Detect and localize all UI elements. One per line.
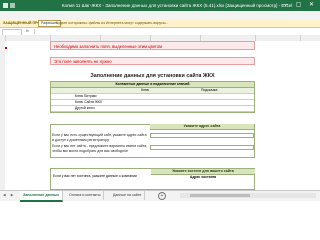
site-address-header: Укажите адрес сайта	[150, 124, 254, 130]
optional-notice: Это поле заполнять не нужно	[50, 57, 255, 65]
table-row[interactable]: Другой ключ	[51, 106, 254, 112]
horizontal-scrollbar[interactable]	[180, 193, 316, 198]
tab-nav-arrows[interactable]: ◀ ▶	[3, 191, 16, 200]
formula-input[interactable]	[34, 29, 317, 34]
scrollbar-thumb[interactable]	[190, 194, 250, 197]
col-key-header: Ключ	[141, 88, 150, 92]
hosting-question: Если у вас нет хостинга, укажите данные …	[53, 174, 137, 178]
col-hint-header: Подсказка	[201, 88, 218, 92]
tab-payment-contacts[interactable]: Оплата и контакты	[66, 191, 105, 200]
window-controls[interactable]: — ▢ ✕	[282, 0, 317, 11]
new-site-question: Если у вас нет сайта - предложите вариан…	[52, 144, 148, 153]
add-sheet-icon[interactable]: +	[158, 192, 166, 200]
hosting-section: Укажите хостинг для вашего сайта Адрес х…	[50, 168, 255, 190]
hosting-subheader: Адрес хостинга	[189, 175, 217, 179]
form-title: Заполнение данных для установки сайта ЖК…	[90, 73, 215, 79]
protected-view-text: Будьте осторожны: файлы из Интернета мог…	[56, 21, 169, 25]
new-site-input[interactable]	[150, 145, 254, 150]
title-bar: Копия 11 Шаг-ЖКХ - Заполнение данных для…	[0, 0, 320, 11]
site-address-section: Укажите адрес сайта Если у вас есть суще…	[0, 124, 320, 158]
tab-fill-data[interactable]: Заполнение данных	[20, 191, 64, 202]
tab-site-data[interactable]: Данные на сайте	[110, 191, 146, 200]
undo-icon[interactable]	[10, 3, 15, 8]
fx-icon[interactable]: fx	[26, 28, 29, 35]
save-icon[interactable]	[3, 3, 8, 8]
row-label: Ключ Сайта ЖКХ	[75, 100, 103, 104]
keys-table: Контактные данные и подключение ключей К…	[50, 81, 255, 113]
sheet-tabs: ◀ ▶ Заполнение данных Оплата и контакты …	[0, 190, 320, 202]
existing-site-input[interactable]	[150, 133, 254, 138]
window-title: Копия 11 Шаг-ЖКХ - Заполнение данных для…	[62, 3, 293, 8]
existing-site-question: Если у вас есть существующий сайт, укажи…	[52, 133, 147, 142]
error-marker	[5, 47, 7, 49]
row-label: Другой ключ	[75, 106, 95, 110]
required-notice: Необходимо заполнить поля, выделенные эт…	[50, 41, 255, 50]
row-label: Ключ Битрикс	[75, 94, 97, 98]
protected-view-bar: ЗАЩИЩЕННЫЙ ПРОСМОТР Разрешить Будьте ост…	[0, 19, 320, 28]
